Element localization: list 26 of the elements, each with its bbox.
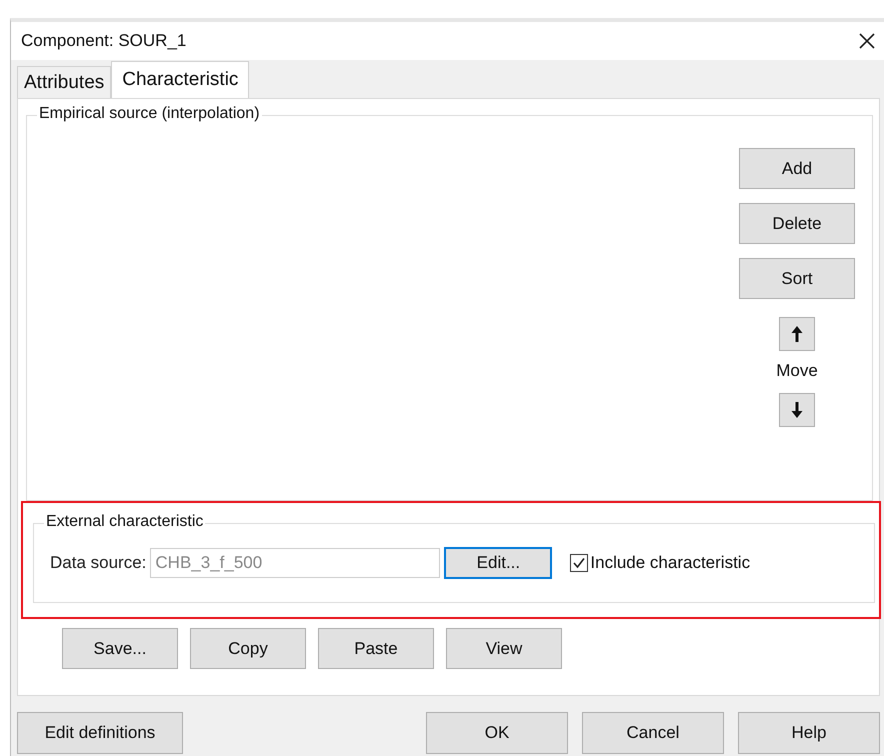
arrow-down-icon [790,401,804,419]
edit-button[interactable]: Edit... [444,547,552,579]
checkbox-label: Include characteristic [590,553,750,573]
move-down-button[interactable] [779,393,815,427]
side-button[interactable]: Add [739,148,855,189]
action-button[interactable]: Save... [62,628,178,669]
tab[interactable]: Attributes [17,66,112,98]
edit-definitions-button[interactable]: Edit definitions [17,712,183,754]
tab[interactable]: Characteristic [111,61,250,98]
move-up-button[interactable] [779,317,815,351]
checkbox[interactable] [570,554,588,572]
close-icon[interactable] [858,32,876,50]
side-button[interactable]: Sort [739,258,855,299]
window-title: Component: SOUR_1 [21,31,186,51]
action-button[interactable]: Paste [318,628,434,669]
field-label: Data source: [50,553,146,573]
action-button[interactable]: View [446,628,562,669]
dialog-button[interactable]: OK [426,712,568,754]
arrow-up-icon [790,325,804,343]
side-button[interactable]: Delete [739,203,855,244]
move-label: Move [776,361,818,381]
dialog-button[interactable]: Cancel [582,712,724,754]
action-button[interactable]: Copy [190,628,306,669]
group-title: Empirical source (interpolation) [37,105,262,123]
data-source-field[interactable]: CHB_3_f_500 [150,548,440,578]
dialog-button[interactable]: Help [738,712,880,754]
